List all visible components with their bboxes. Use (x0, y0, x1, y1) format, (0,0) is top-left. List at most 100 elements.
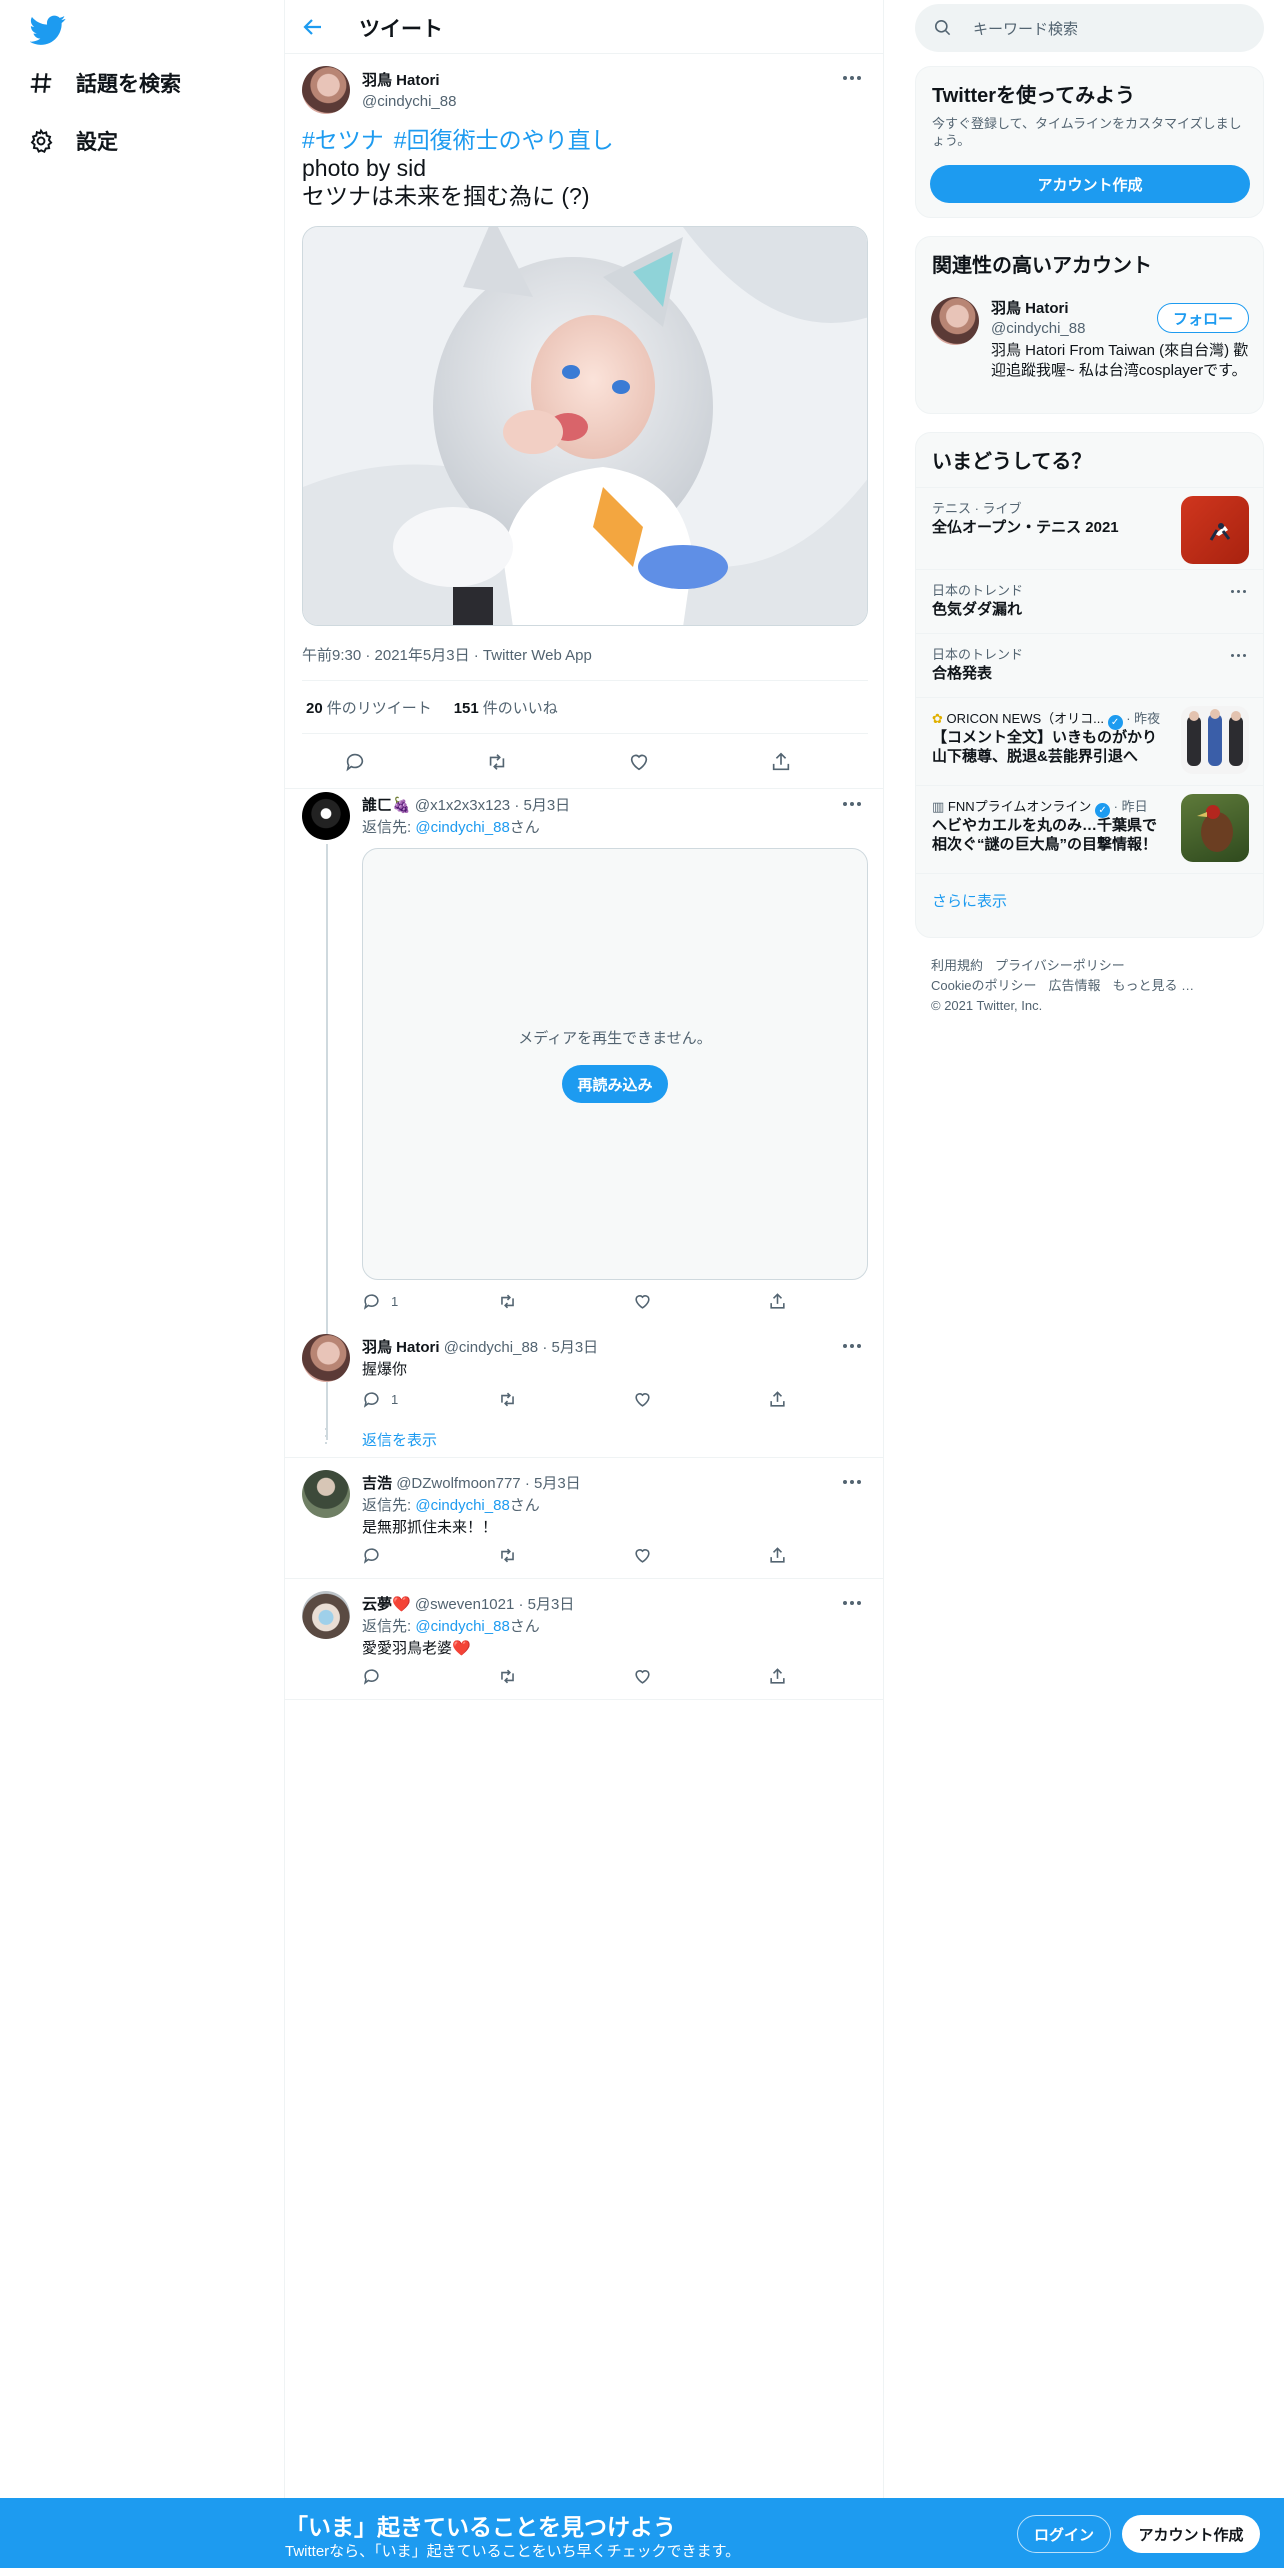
reply-author-handle[interactable]: @sweven1021 (415, 1596, 514, 1613)
news-source: FNNプライムオンライン (947, 799, 1092, 814)
like-icon[interactable] (633, 1390, 652, 1409)
bottom-signup-banner: 「いま」起きていることを見つけよう Twitterなら、「いま」起きていることを… (0, 2498, 1284, 2568)
share-icon[interactable] (768, 1667, 787, 1686)
show-more-link[interactable]: さらに表示 (916, 873, 1263, 937)
share-icon[interactable] (768, 1390, 787, 1409)
reply-author-handle[interactable]: @DZwolfmoon777 (396, 1475, 520, 1492)
trend-item[interactable]: テニス · ライブ 全仏オープン・テニス 2021 (916, 487, 1263, 570)
like-icon[interactable] (628, 751, 650, 773)
news-source-line: ▥ FNNプライムオンライン ✓ · 昨日 (932, 796, 1148, 818)
mention-link[interactable]: @cindychi_88 (415, 819, 509, 836)
avatar[interactable] (302, 1591, 350, 1639)
related-account[interactable]: 羽鳥 Hatori @cindychi_88 (991, 297, 1085, 337)
avatar[interactable] (302, 1470, 350, 1518)
footer-link[interactable]: 広告情報 (1048, 978, 1100, 993)
reply-prefix: 返信先: (362, 819, 412, 836)
search-box[interactable] (915, 4, 1264, 52)
footer-link[interactable]: 利用規約 (931, 958, 983, 973)
more-options-icon[interactable] (843, 1601, 863, 1607)
more-options-icon[interactable] (843, 1480, 863, 1486)
avatar[interactable] (302, 1334, 350, 1382)
reply-icon[interactable] (362, 1292, 381, 1311)
tweet-author[interactable]: 羽鳥 Hatori @cindychi_88 (362, 69, 456, 110)
tweet-timestamp[interactable]: 午前9:30 · 2021年5月3日 · Twitter Web App (302, 644, 592, 665)
footer-link[interactable]: Cookieのポリシー (931, 978, 1036, 993)
avatar[interactable] (302, 792, 350, 840)
reply-date[interactable]: · 5月3日 (542, 1339, 598, 1356)
reply-author-handle[interactable]: @cindychi_88 (444, 1339, 538, 1356)
banner-subtitle: Twitterなら、「いま」起きていることをいち早くチェックできます。 (285, 2543, 741, 2560)
trend-item[interactable]: 日本のトレンド 色気ダダ漏れ (916, 569, 1263, 634)
reply-count: 1 (391, 1392, 399, 1407)
trend-category: テニス · ライブ (932, 501, 1022, 516)
reply-header: 羽鳥 Hatori @cindychi_88 · 5月3日 (362, 1336, 598, 1357)
share-icon[interactable] (768, 1546, 787, 1565)
mention-link[interactable]: @cindychi_88 (415, 1618, 509, 1635)
retweet-icon[interactable] (498, 1390, 517, 1409)
nav-explore[interactable]: 話題を検索 (28, 68, 181, 98)
left-navigation: 話題を検索 設定 (0, 0, 284, 2498)
replying-to: 返信先: @cindychi_88さん (362, 1615, 540, 1636)
reply-icon[interactable] (362, 1546, 381, 1565)
related-name: 羽鳥 Hatori (991, 300, 1069, 317)
hashtag-link[interactable]: #回復術士のやり直し (394, 127, 614, 153)
reply-header: 吉浩 @DZwolfmoon777 · 5月3日 (362, 1472, 581, 1493)
reply-author-name[interactable]: 吉浩 (362, 1475, 392, 1492)
share-icon[interactable] (770, 751, 792, 773)
share-icon[interactable] (768, 1292, 787, 1311)
news-item[interactable]: ✿ ORICON NEWS（オリコ... ✓ · 昨夜 【コメント全文】いきもの… (916, 697, 1263, 786)
footer-link[interactable]: もっと見る … (1112, 978, 1194, 993)
search-input[interactable] (971, 14, 1245, 44)
nav-settings[interactable]: 設定 (28, 126, 118, 156)
arrow-left-icon[interactable] (301, 15, 325, 39)
reply-header: 誰ㄈ🍇 @x1x2x3x123 · 5月3日 (362, 794, 570, 815)
reply-icon[interactable] (362, 1390, 381, 1409)
reload-button[interactable]: 再読み込み (562, 1065, 668, 1103)
trend-item[interactable]: 日本のトレンド 合格発表 (916, 633, 1263, 698)
show-replies-link[interactable]: 返信を表示 (362, 1429, 437, 1450)
login-button[interactable]: ログイン (1017, 2515, 1111, 2553)
retweet-icon[interactable] (498, 1546, 517, 1565)
retweet-icon[interactable] (486, 751, 508, 773)
retweet-stat[interactable]: 20 件のリツイート (306, 697, 432, 718)
avatar[interactable] (302, 66, 350, 114)
reply-date[interactable]: · 5月3日 (525, 1475, 581, 1492)
like-icon[interactable] (633, 1667, 652, 1686)
more-options-icon[interactable] (1231, 654, 1247, 658)
twitter-bird-icon[interactable] (30, 12, 66, 48)
reply-icon[interactable] (344, 751, 366, 773)
tweet-photo[interactable] (302, 226, 868, 626)
reply-date[interactable]: · 5月3日 (514, 797, 570, 814)
more-options-icon[interactable] (843, 802, 863, 808)
mention-link[interactable]: @cindychi_88 (415, 1497, 509, 1514)
retweet-label: 件のリツイート (326, 699, 432, 717)
hashtag-link[interactable]: #セツナ (302, 127, 384, 153)
reply-author-handle[interactable]: @x1x2x3x123 (415, 797, 510, 814)
more-options-icon[interactable] (1231, 590, 1247, 594)
hashtag-icon (30, 73, 52, 93)
reply-header: 云夢❤️ @sweven1021 · 5月3日 (362, 1593, 574, 1614)
like-icon[interactable] (633, 1292, 652, 1311)
retweet-icon[interactable] (498, 1667, 517, 1686)
reply-author-name[interactable]: 羽鳥 Hatori (362, 1339, 440, 1356)
reply-author-name[interactable]: 云夢❤️ (362, 1596, 411, 1613)
reply-actions (362, 1546, 802, 1568)
footer-link[interactable]: プライバシーポリシー (995, 958, 1125, 973)
related-handle: @cindychi_88 (991, 320, 1086, 337)
reply-author-name[interactable]: 誰ㄈ🍇 (362, 797, 411, 814)
avatar[interactable] (931, 297, 979, 345)
more-options-icon[interactable] (843, 1344, 863, 1350)
divider (285, 1457, 883, 1458)
reply-icon[interactable] (362, 1667, 381, 1686)
like-icon[interactable] (633, 1546, 652, 1565)
trend-thumbnail (1181, 496, 1249, 564)
more-options-icon[interactable] (843, 76, 863, 82)
signup-card-text: 今すぐ登録して、タイムラインをカスタマイズしましょう。 (932, 116, 1242, 148)
retweet-icon[interactable] (498, 1292, 517, 1311)
reply-date[interactable]: · 5月3日 (519, 1596, 575, 1613)
follow-button[interactable]: フォロー (1157, 303, 1249, 333)
like-stat[interactable]: 151 件のいいね (454, 697, 558, 718)
signup-button[interactable]: アカウント作成 (1122, 2515, 1260, 2553)
create-account-button[interactable]: アカウント作成 (930, 165, 1250, 203)
news-item[interactable]: ▥ FNNプライムオンライン ✓ · 昨日 ヘビやカエルを丸のみ…千葉県で相次ぐ… (916, 785, 1263, 874)
